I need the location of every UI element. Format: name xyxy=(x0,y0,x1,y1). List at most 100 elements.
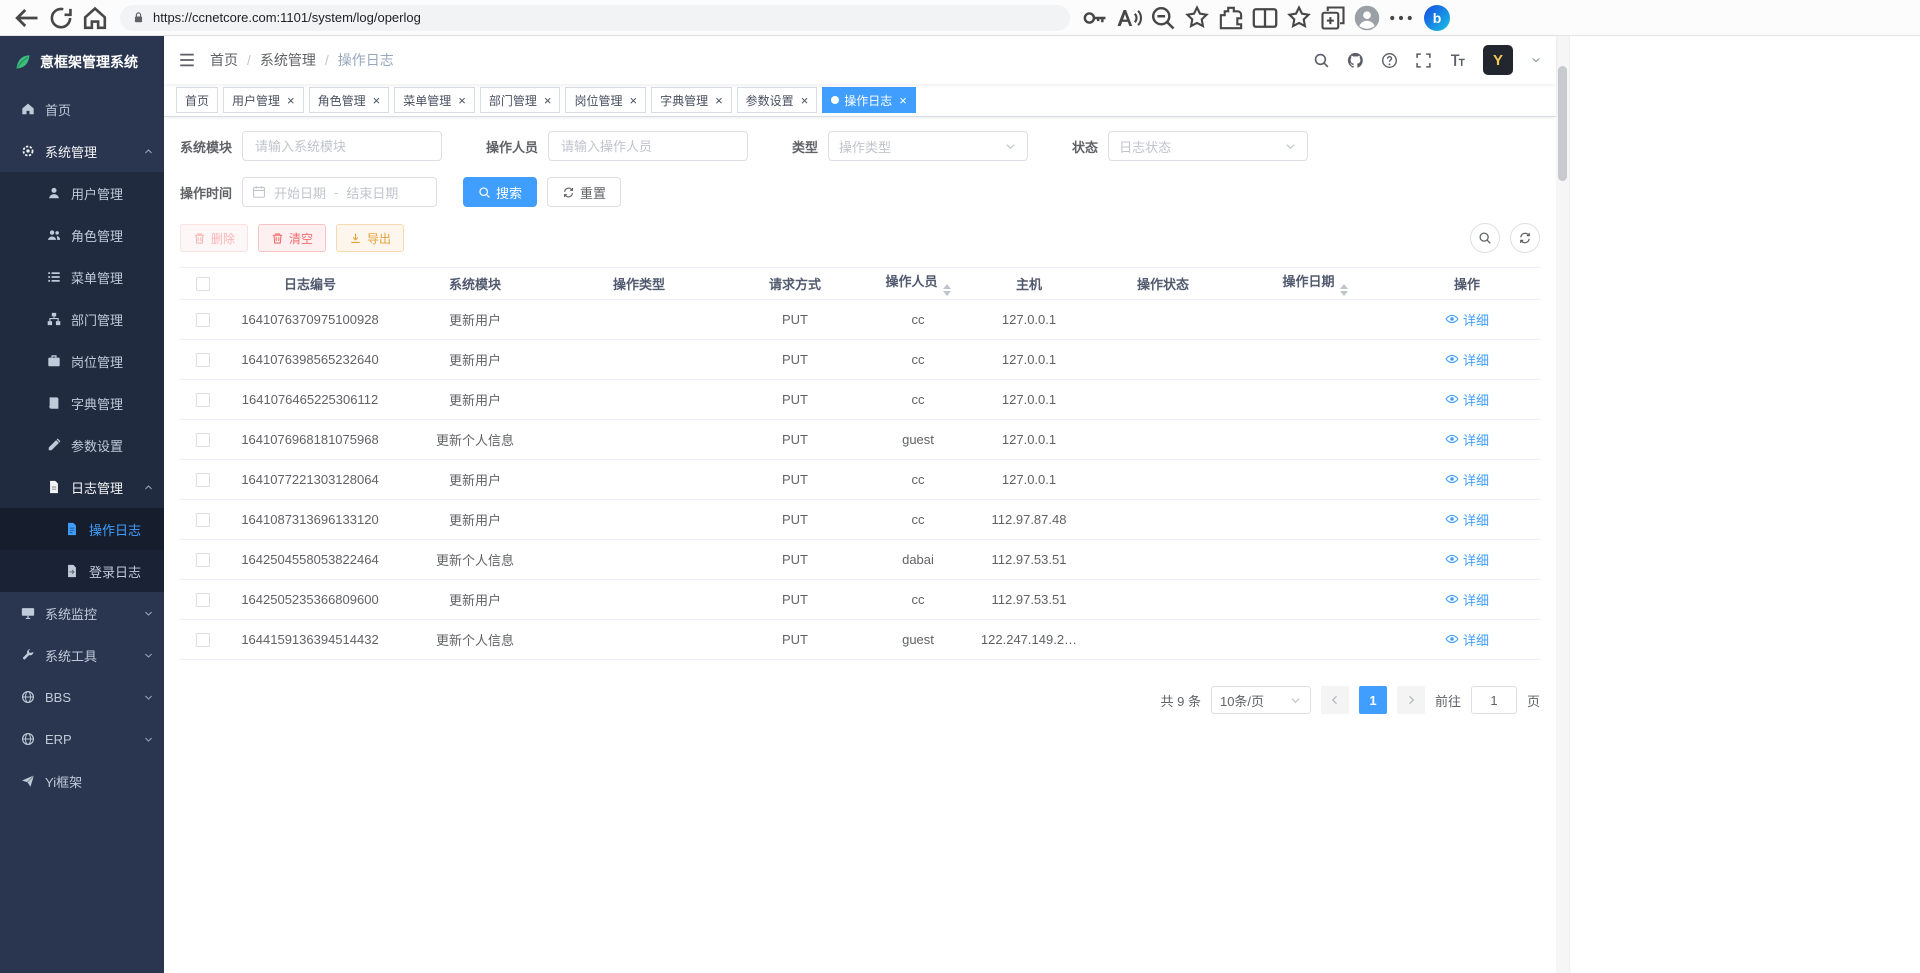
sidebar-item-系统管理[interactable]: 系统管理 xyxy=(0,130,164,172)
browser-profile-icon[interactable] xyxy=(1353,4,1381,32)
next-page-button[interactable] xyxy=(1397,686,1425,714)
zoom-out-icon[interactable] xyxy=(1149,4,1177,32)
operator-input[interactable] xyxy=(548,131,748,161)
reset-button[interactable]: 重置 xyxy=(547,177,621,207)
delete-button[interactable]: 删除 xyxy=(180,224,248,252)
detail-link[interactable]: 详细 xyxy=(1445,590,1489,609)
date-range-picker[interactable]: 开始日期 - 结束日期 xyxy=(242,177,437,207)
tab-菜单管理[interactable]: 菜单管理× xyxy=(394,87,475,113)
sidebar-item-日志管理[interactable]: 日志管理 xyxy=(0,466,164,508)
row-checkbox[interactable] xyxy=(196,633,210,647)
sidebar-item-参数设置[interactable]: 参数设置 xyxy=(0,424,164,466)
split-screen-icon[interactable] xyxy=(1251,4,1279,32)
tab-岗位管理[interactable]: 岗位管理× xyxy=(565,87,646,113)
more-options-icon[interactable] xyxy=(1387,4,1415,32)
sidebar-item-首页[interactable]: 首页 xyxy=(0,88,164,130)
detail-link[interactable]: 详细 xyxy=(1445,310,1489,329)
select-all-checkbox[interactable] xyxy=(196,277,210,291)
refresh-table-button[interactable] xyxy=(1510,223,1540,253)
column-操作人员[interactable]: 操作人员 xyxy=(868,268,968,300)
tab-角色管理[interactable]: 角色管理× xyxy=(309,87,390,113)
favorites-bar-icon[interactable] xyxy=(1285,4,1313,32)
sort-carets-icon[interactable] xyxy=(1340,284,1348,296)
extensions-puzzle-icon[interactable] xyxy=(1217,4,1245,32)
row-checkbox[interactable] xyxy=(196,313,210,327)
page-number-current[interactable]: 1 xyxy=(1359,686,1387,714)
sidebar-item-岗位管理[interactable]: 岗位管理 xyxy=(0,340,164,382)
detail-link[interactable]: 详细 xyxy=(1445,630,1489,649)
detail-link[interactable]: 详细 xyxy=(1445,430,1489,449)
sidebar-item-角色管理[interactable]: 角色管理 xyxy=(0,214,164,256)
tab-close-icon[interactable]: × xyxy=(544,94,552,107)
tab-close-icon[interactable]: × xyxy=(629,94,637,107)
sidebar-item-用户管理[interactable]: 用户管理 xyxy=(0,172,164,214)
fullscreen-icon[interactable] xyxy=(1415,52,1432,69)
read-aloud-icon[interactable] xyxy=(1115,4,1143,32)
hamburger-icon[interactable] xyxy=(178,51,196,69)
sort-carets-icon[interactable] xyxy=(943,284,951,296)
row-checkbox[interactable] xyxy=(196,473,210,487)
row-checkbox[interactable] xyxy=(196,433,210,447)
sidebar-item-ERP[interactable]: ERP xyxy=(0,718,164,760)
row-checkbox[interactable] xyxy=(196,353,210,367)
sidebar-item-Yi框架[interactable]: Yi框架 xyxy=(0,760,164,802)
detail-link[interactable]: 详细 xyxy=(1445,550,1489,569)
export-button[interactable]: 导出 xyxy=(336,224,404,252)
sidebar-item-部门管理[interactable]: 部门管理 xyxy=(0,298,164,340)
app-logo[interactable]: 意框架管理系统 xyxy=(0,36,164,88)
sidebar-item-登录日志[interactable]: 登录日志 xyxy=(0,550,164,592)
sidebar-item-BBS[interactable]: BBS xyxy=(0,676,164,718)
tab-部门管理[interactable]: 部门管理× xyxy=(480,87,561,113)
address-bar[interactable]: https://ccnetcore.com:1101/system/log/op… xyxy=(120,5,1070,31)
sidebar-item-系统工具[interactable]: 系统工具 xyxy=(0,634,164,676)
tab-参数设置[interactable]: 参数设置× xyxy=(737,87,818,113)
clear-button[interactable]: 清空 xyxy=(258,224,326,252)
collections-icon[interactable] xyxy=(1319,4,1347,32)
row-checkbox[interactable] xyxy=(196,393,210,407)
detail-link[interactable]: 详细 xyxy=(1445,390,1489,409)
page-scrollbar[interactable] xyxy=(1556,36,1569,973)
tab-close-icon[interactable]: × xyxy=(715,94,723,107)
row-checkbox[interactable] xyxy=(196,553,210,567)
sidebar-item-系统监控[interactable]: 系统监控 xyxy=(0,592,164,634)
user-avatar[interactable]: Y xyxy=(1483,45,1513,75)
toggle-search-button[interactable] xyxy=(1470,223,1500,253)
tab-用户管理[interactable]: 用户管理× xyxy=(223,87,304,113)
row-checkbox[interactable] xyxy=(196,513,210,527)
status-select[interactable]: 日志状态 xyxy=(1108,131,1308,161)
scrollbar-thumb[interactable] xyxy=(1558,66,1567,181)
detail-link[interactable]: 详细 xyxy=(1445,470,1489,489)
bing-icon[interactable]: b xyxy=(1424,5,1450,31)
chevron-down-icon[interactable] xyxy=(1530,54,1542,66)
back-icon[interactable] xyxy=(13,4,41,32)
tab-close-icon[interactable]: × xyxy=(801,94,809,107)
row-checkbox[interactable] xyxy=(196,593,210,607)
help-icon[interactable] xyxy=(1381,52,1398,69)
tab-close-icon[interactable]: × xyxy=(899,94,907,107)
sidebar-item-菜单管理[interactable]: 菜单管理 xyxy=(0,256,164,298)
browser-home-icon[interactable] xyxy=(81,4,109,32)
page-size-select[interactable]: 10条/页 xyxy=(1211,686,1311,714)
tab-close-icon[interactable]: × xyxy=(373,94,381,107)
search-icon[interactable] xyxy=(1313,52,1330,69)
prev-page-button[interactable] xyxy=(1321,686,1349,714)
tab-操作日志[interactable]: 操作日志× xyxy=(822,87,916,113)
tab-close-icon[interactable]: × xyxy=(287,94,295,107)
detail-link[interactable]: 详细 xyxy=(1445,510,1489,529)
module-input[interactable] xyxy=(242,131,442,161)
sidebar-item-字典管理[interactable]: 字典管理 xyxy=(0,382,164,424)
password-key-icon[interactable] xyxy=(1081,4,1109,32)
font-size-icon[interactable] xyxy=(1449,52,1466,69)
type-select[interactable]: 操作类型 xyxy=(828,131,1028,161)
reload-icon[interactable] xyxy=(47,4,75,32)
column-操作日期[interactable]: 操作日期 xyxy=(1236,268,1394,300)
goto-page-input[interactable] xyxy=(1471,686,1517,714)
breadcrum-item[interactable]: 系统管理 xyxy=(260,50,316,70)
detail-link[interactable]: 详细 xyxy=(1445,350,1489,369)
tab-字典管理[interactable]: 字典管理× xyxy=(651,87,732,113)
github-icon[interactable] xyxy=(1347,52,1364,69)
tab-close-icon[interactable]: × xyxy=(458,94,466,107)
add-favorite-star-icon[interactable] xyxy=(1183,4,1211,32)
search-button[interactable]: 搜索 xyxy=(463,177,537,207)
breadcrumb-item[interactable]: 首页 xyxy=(210,50,238,70)
